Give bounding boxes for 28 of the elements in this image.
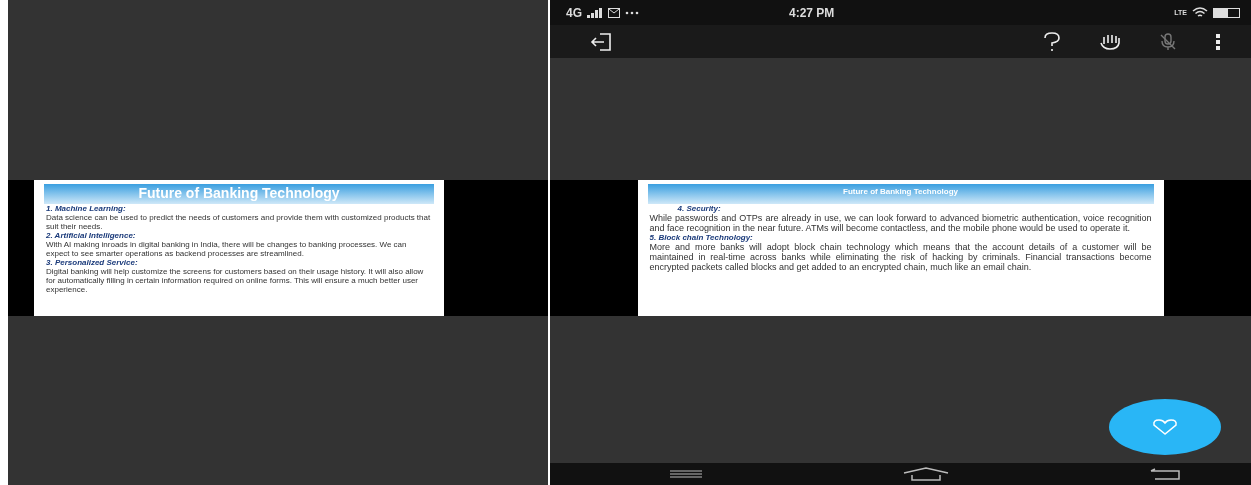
exit-icon[interactable] bbox=[590, 32, 612, 51]
more-dots-icon bbox=[625, 10, 639, 15]
message-icon bbox=[608, 7, 620, 18]
wifi-icon bbox=[1192, 6, 1208, 19]
slide-title: Future of Banking Technology bbox=[44, 184, 434, 204]
slide-text: Digital banking will help customize the screens for customers based on their usage history. It will also allow for automatically filling in certain information required on online forms. This will ensure a much better user experience. bbox=[45, 267, 425, 294]
slide-text: With AI making inroads in digital banking in India, there will be changes to banking processes. We can expect to see smarter operations as backend processes are streamlined. bbox=[45, 240, 408, 258]
clock-time: 4:27 PM bbox=[789, 5, 835, 20]
overflow-menu-icon[interactable] bbox=[1215, 32, 1221, 51]
menu-icon[interactable] bbox=[670, 470, 702, 478]
home-icon[interactable] bbox=[901, 467, 950, 481]
slide-heading: 1. Machine Learning: bbox=[45, 204, 127, 213]
heart-icon bbox=[1152, 419, 1178, 435]
signal-icon bbox=[587, 7, 603, 18]
battery-icon bbox=[1213, 7, 1241, 18]
hand-icon[interactable] bbox=[1099, 33, 1121, 50]
slide-heading: 3. Personalized Service: bbox=[45, 258, 139, 267]
muted-microphone-icon[interactable] bbox=[1159, 32, 1177, 51]
slide-heading: 4. Security: bbox=[676, 204, 722, 213]
help-icon[interactable] bbox=[1043, 31, 1061, 52]
slide-title: Future of Banking Technology bbox=[647, 184, 1154, 204]
slide-text: Data science can be used to predict the needs of customers and provide them with customized products that suit their needs. bbox=[45, 213, 432, 231]
slide-text: More and more banks will adopt block chain technology which means that the account details of a customer will be maintained in real-time across banks while eliminating the risk of hacking by criminals. Financial transactions become encrypted packets called blocks and get added to an encrypted chain, much like an email chain. bbox=[648, 242, 1153, 272]
slide-heading: 5. Block chain Technology: bbox=[648, 233, 754, 242]
slide-heading: 2. Artificial Intelligence: bbox=[45, 231, 137, 240]
slide-text: While passwords and OTPs are already in use, we can look forward to advanced biometric authentication, voice recognition and face recognition in the near future. ATMs will become contactless, and the mobile phone would be used to operate it. bbox=[648, 213, 1153, 233]
network-label: 4G bbox=[566, 5, 582, 20]
back-icon[interactable] bbox=[1149, 468, 1181, 480]
